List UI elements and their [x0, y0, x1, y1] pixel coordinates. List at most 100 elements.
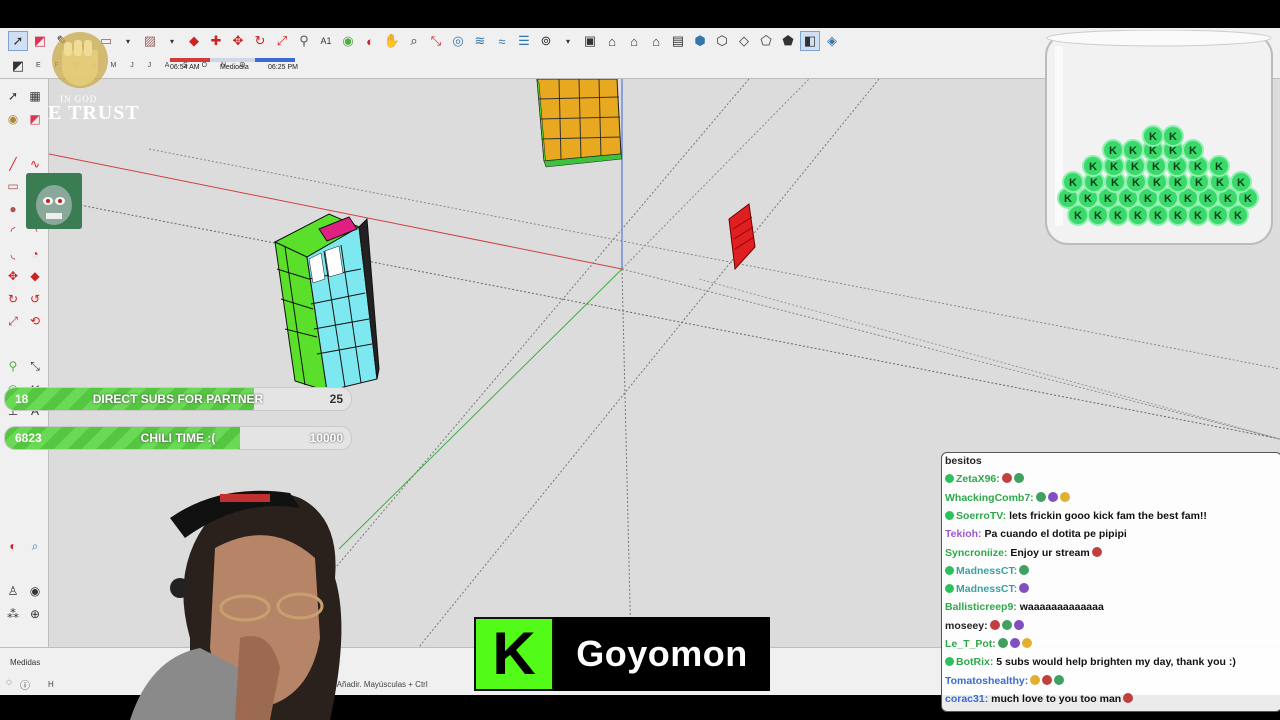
geo-icon[interactable]: ◌: [6, 677, 12, 692]
yellow-tower[interactable]: [536, 79, 623, 168]
chat-username[interactable]: Syncroniize:: [945, 547, 1007, 559]
chat-username[interactable]: ZetaX96:: [956, 473, 1000, 485]
zoom-tool-icon[interactable]: ⌕: [24, 535, 46, 558]
sub-badge-icon: [945, 474, 954, 484]
circle-tool-icon[interactable]: ●: [2, 198, 24, 221]
arc3-tool-icon[interactable]: ◟: [2, 243, 24, 266]
eraser2-icon[interactable]: ◩: [8, 56, 28, 76]
footprint-tool-icon[interactable]: ⁂: [2, 603, 24, 626]
zoom-extents-icon[interactable]: ⤡: [426, 31, 446, 51]
chat-username[interactable]: MadnessCT:: [956, 583, 1017, 595]
subs-goal-current: 18: [15, 392, 29, 406]
kick-logo-letter: K: [492, 620, 536, 687]
chat-username[interactable]: moseey:: [945, 620, 988, 632]
time-slider[interactable]: [170, 58, 295, 62]
tape-icon[interactable]: ⚲: [294, 31, 314, 51]
zoom-icon[interactable]: ⌕: [404, 31, 424, 51]
chat-username[interactable]: besitos: [945, 455, 982, 467]
kick-coin-glyph: K: [1173, 161, 1181, 173]
styles-icon[interactable]: ⊚: [536, 31, 556, 51]
kick-coin-glyph: K: [1194, 210, 1202, 222]
chat-username[interactable]: WhackingComb7:: [945, 492, 1034, 504]
arc-tool-icon[interactable]: ◜: [2, 220, 24, 243]
dropdown-icon[interactable]: ▾: [162, 31, 182, 51]
chat-username[interactable]: SoerroTV:: [956, 510, 1006, 522]
move-tool-icon[interactable]: ✥: [2, 265, 24, 288]
status-icons: ◌ ⓘ: [6, 677, 30, 692]
xray-icon[interactable]: ◈: [822, 31, 842, 51]
push-pull-tool-icon[interactable]: ◆: [24, 265, 46, 288]
rectangle-tool-icon[interactable]: ▭: [2, 175, 24, 198]
orbit-icon[interactable]: ◐: [360, 31, 380, 51]
rotate-icon[interactable]: ↻: [250, 31, 270, 51]
move-icon[interactable]: ✥: [228, 31, 248, 51]
look-around-tool-icon[interactable]: ◉: [24, 580, 46, 603]
kick-coin-glyph: K: [1204, 193, 1212, 205]
green-axis: [338, 268, 623, 550]
chat-text: waaaaaaaaaaaaa: [1016, 601, 1104, 614]
scale-tool-icon[interactable]: ⤢: [2, 310, 24, 333]
front-view-icon[interactable]: ◇: [734, 31, 754, 51]
section-icon[interactable]: ◎: [448, 31, 468, 51]
iso-view-icon[interactable]: ⬢: [690, 31, 710, 51]
right-view-icon[interactable]: ⬠: [756, 31, 776, 51]
text-icon[interactable]: A1: [316, 31, 336, 51]
layers-icon[interactable]: ☰: [514, 31, 534, 51]
smoove-icon[interactable]: ≈: [492, 31, 512, 51]
dimension-tool-icon[interactable]: ⤡: [24, 355, 46, 378]
line-tool-icon[interactable]: ╱: [2, 153, 24, 176]
chat-message: moseey:: [945, 619, 1024, 632]
chat-username[interactable]: Le_T_Pot:: [945, 638, 996, 650]
sandbox-icon[interactable]: ≋: [470, 31, 490, 51]
emote-icon: [1054, 674, 1065, 685]
position-camera-tool-icon[interactable]: ⊕: [24, 603, 46, 626]
freehand-tool-icon[interactable]: ∿: [24, 153, 46, 176]
follow-me-icon[interactable]: ✚: [206, 31, 226, 51]
warehouse-icon[interactable]: ⌂: [602, 31, 622, 51]
pan-icon[interactable]: ✋: [382, 31, 402, 51]
pie-tool-icon[interactable]: ◔: [24, 243, 46, 266]
home-icon[interactable]: ⌂: [624, 31, 644, 51]
chat-username[interactable]: corac31:: [945, 693, 988, 705]
paint-tool-icon[interactable]: ◉: [2, 108, 24, 131]
rect2-icon[interactable]: ▨: [140, 31, 160, 51]
chat-message: besitos: [945, 455, 982, 467]
green-tower[interactable]: [273, 213, 380, 392]
chat-username[interactable]: Tekioh:: [945, 528, 982, 540]
offset-tool-icon[interactable]: ⟲: [24, 310, 46, 333]
chat-message: WhackingComb7:: [945, 491, 1070, 504]
components-icon[interactable]: ▣: [580, 31, 600, 51]
chat-username[interactable]: MadnessCT:: [956, 565, 1017, 577]
scale-icon[interactable]: ⤢: [272, 31, 292, 51]
box-icon[interactable]: ▤: [668, 31, 688, 51]
follow-me-tool-icon[interactable]: ↺: [24, 288, 46, 311]
left-toolbar: ➚ ▦ ◉ ◩ ╱ ∿ ▭ ▱ ● ⬟ ◜ ◝ ◟ ◔ ✥ ◆ ↻ ↺ ⤢ ⟲ …: [0, 79, 49, 688]
dropdown-icon[interactable]: ▾: [558, 31, 578, 51]
wireframe-icon[interactable]: ◧: [800, 31, 820, 51]
guide-line: [698, 278, 1280, 440]
push-pull-icon[interactable]: ◆: [184, 31, 204, 51]
select-tool-icon[interactable]: ➚: [2, 85, 24, 108]
orbit-tool-icon[interactable]: ◐: [2, 535, 24, 558]
blank-slot: [24, 468, 46, 491]
status-hint-start: H: [48, 680, 54, 689]
chat-username[interactable]: BotRix:: [956, 656, 993, 668]
kick-coin-glyph: K: [1114, 210, 1122, 222]
tape-tool-icon[interactable]: ⚲: [2, 355, 24, 378]
emote-icon: [1021, 638, 1032, 648]
top-view-icon[interactable]: ⬡: [712, 31, 732, 51]
chat-username[interactable]: Ballisticreep9:: [945, 601, 1017, 613]
time-slider-fill-pm: [255, 58, 295, 62]
paint-icon[interactable]: ◉: [338, 31, 358, 51]
toolbar-row-1: ➚ ◩ ✎ ◡ ▭ ▾ ▨ ▾ ◆ ✚ ✥ ↻ ⤢ ⚲ A1 ◉ ◐ ✋ ⌕ ⤡…: [8, 29, 842, 53]
rotate-tool-icon[interactable]: ↻: [2, 288, 24, 311]
walk-tool-icon[interactable]: ♙: [2, 580, 24, 603]
streamer-banner: K Goyomon: [474, 617, 770, 691]
end-time: 06:25 PM: [268, 64, 298, 71]
info-icon[interactable]: ⓘ: [20, 677, 30, 692]
chat-text: 5 subs would help brighten my day, thank…: [993, 656, 1236, 669]
back-view-icon[interactable]: ⬟: [778, 31, 798, 51]
chat-username[interactable]: Tomatoshealthy:: [945, 675, 1028, 687]
house-icon[interactable]: ⌂: [646, 31, 666, 51]
select-icon[interactable]: ➚: [8, 31, 28, 51]
